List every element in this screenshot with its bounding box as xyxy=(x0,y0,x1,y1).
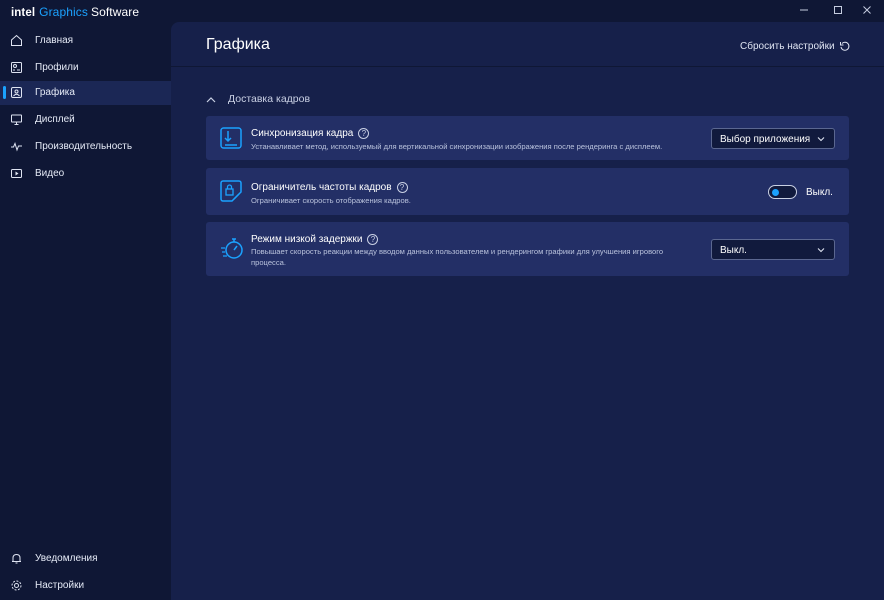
title-bar: intel Graphics Software xyxy=(0,0,884,22)
frame-sync-dropdown[interactable]: Выбор приложения xyxy=(711,128,835,149)
sidebar-item-label: Дисплей xyxy=(35,114,75,125)
setting-frame-rate-limiter: Ограничитель частоты кадров ? Ограничива… xyxy=(206,168,849,215)
setting-title-text: Ограничитель частоты кадров xyxy=(251,182,392,193)
setting-title: Режим низкой задержки ? xyxy=(251,234,379,245)
app-brand: intel Graphics Software xyxy=(11,5,139,19)
maximize-icon xyxy=(834,6,842,14)
brand-software: Software xyxy=(90,5,140,19)
setting-low-latency: Режим низкой задержки ? Повышает скорост… xyxy=(206,222,849,276)
sidebar-item-profiles[interactable]: Профили xyxy=(0,56,171,79)
low-latency-icon xyxy=(221,238,243,259)
maximize-button[interactable] xyxy=(829,3,847,19)
close-button[interactable] xyxy=(858,3,876,19)
chevron-up-icon xyxy=(206,96,216,102)
setting-description: Повышает скорость реакции между вводом д… xyxy=(251,247,664,267)
bell-icon xyxy=(12,553,21,564)
sidebar-item-label: Главная xyxy=(35,35,74,46)
performance-icon xyxy=(11,142,22,152)
page-title: Графика xyxy=(206,36,270,53)
low-latency-dropdown[interactable]: Выкл. xyxy=(711,239,835,260)
dropdown-value: Выбор приложения xyxy=(720,134,811,145)
reset-icon xyxy=(839,41,849,51)
sidebar-item-label: Графика xyxy=(35,87,75,98)
setting-title: Синхронизация кадра ? xyxy=(251,128,370,139)
active-indicator xyxy=(3,86,6,99)
toggle-knob xyxy=(772,188,779,196)
main-panel: Графика Сбросить настройки Доставка кадр… xyxy=(171,22,884,600)
reset-settings-label: Сбросить настройки xyxy=(740,41,835,52)
sidebar-item-notifications[interactable]: Уведомления xyxy=(0,547,171,570)
sidebar-item-display[interactable]: Дисплей xyxy=(0,108,171,131)
close-icon xyxy=(863,6,871,14)
display-icon xyxy=(11,114,22,125)
help-icon[interactable]: ? xyxy=(396,182,408,193)
header-divider xyxy=(171,66,884,67)
profile-icon xyxy=(11,62,22,73)
setting-title: Ограничитель частоты кадров ? xyxy=(251,182,408,193)
sidebar-item-label: Производительность xyxy=(35,141,133,152)
setting-title-text: Синхронизация кадра xyxy=(251,128,354,139)
section-header-frame-delivery[interactable]: Доставка кадров xyxy=(206,93,310,105)
frame-sync-icon xyxy=(220,127,242,149)
reset-settings-button[interactable]: Сбросить настройки xyxy=(740,41,850,52)
minimize-button[interactable] xyxy=(795,3,813,19)
frame-limiter-toggle[interactable] xyxy=(768,185,797,199)
sidebar-item-label: Профили xyxy=(35,62,79,73)
chevron-down-icon xyxy=(817,137,825,142)
brand-intel: intel xyxy=(11,7,36,19)
chevron-down-icon xyxy=(817,248,825,253)
sidebar-item-label: Видео xyxy=(35,168,65,179)
frame-limiter-icon xyxy=(220,180,242,202)
sidebar-item-settings[interactable]: Настройки xyxy=(0,574,171,597)
toggle-state-label: Выкл. xyxy=(806,187,833,198)
sidebar-item-performance[interactable]: Производительность xyxy=(0,135,171,158)
help-icon[interactable]: ? xyxy=(367,234,379,245)
setting-frame-sync: Синхронизация кадра ? Устанавливает мето… xyxy=(206,116,849,160)
brand-graphics: Graphics xyxy=(39,5,88,19)
minimize-icon xyxy=(800,9,808,11)
sidebar: Главная Профили Графика Дисплей Производ… xyxy=(0,22,171,600)
sidebar-item-home[interactable]: Главная xyxy=(0,29,171,52)
graphics-icon xyxy=(11,87,22,98)
home-icon xyxy=(11,34,22,46)
help-icon[interactable]: ? xyxy=(358,128,370,139)
dropdown-value: Выкл. xyxy=(720,245,747,256)
sidebar-item-video[interactable]: Видео xyxy=(0,162,171,185)
video-icon xyxy=(11,169,22,178)
sidebar-item-label: Уведомления xyxy=(35,553,98,564)
setting-title-text: Режим низкой задержки xyxy=(251,234,363,245)
sidebar-item-label: Настройки xyxy=(35,580,85,591)
section-title: Доставка кадров xyxy=(228,93,311,105)
setting-description: Устанавливает метод, используемый для ве… xyxy=(251,142,663,151)
gear-icon xyxy=(11,580,22,591)
sidebar-item-graphics[interactable]: Графика xyxy=(0,81,171,105)
setting-description: Ограничивает скорость отображения кадров… xyxy=(251,196,411,205)
